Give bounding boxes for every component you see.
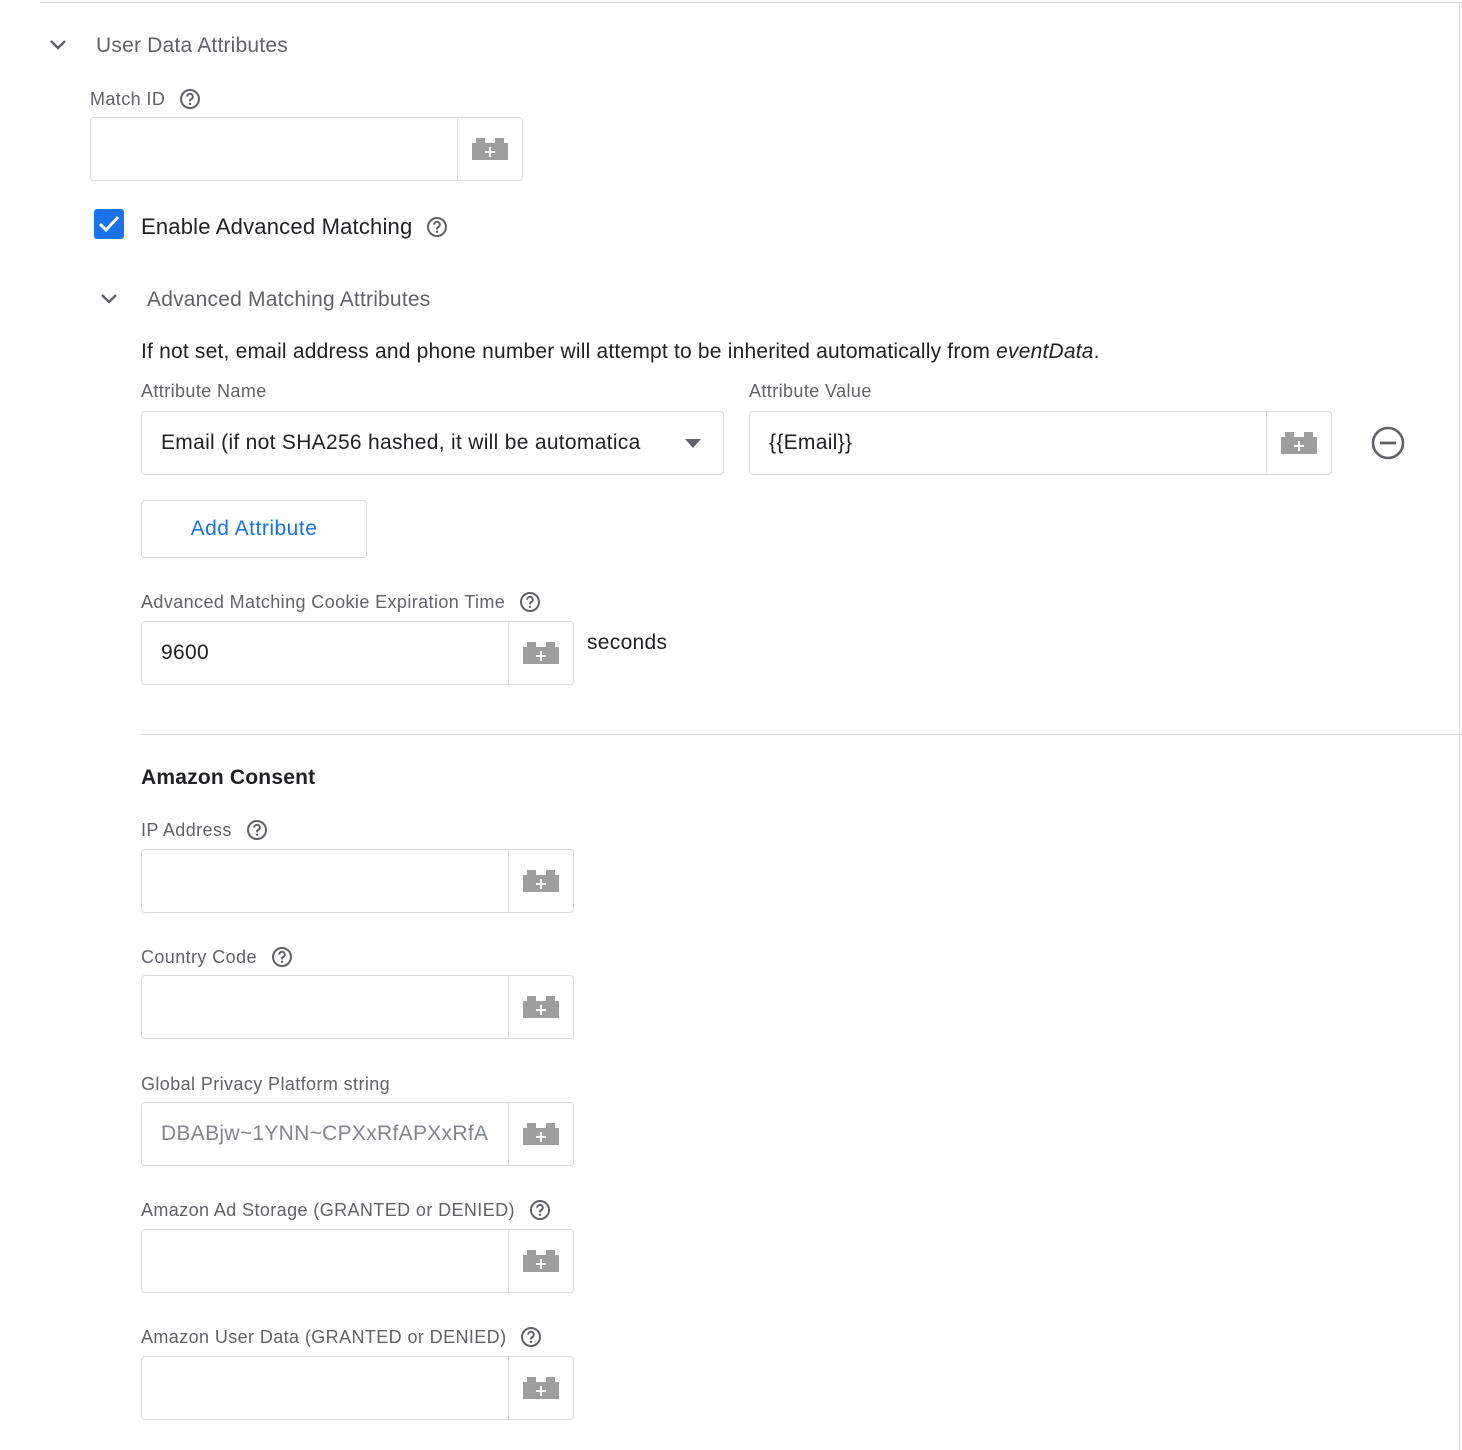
ad-storage-label-text: Amazon Ad Storage (GRANTED or DENIED) xyxy=(141,1199,515,1220)
ip-address-label: IP Address xyxy=(141,817,268,843)
enable-advanced-matching-label: Enable Advanced Matching xyxy=(141,213,448,241)
cookie-expiration-input[interactable] xyxy=(142,622,508,684)
remove-row-button[interactable] xyxy=(1370,425,1406,461)
user-data-section-title[interactable]: User Data Attributes xyxy=(96,34,288,58)
enable-advanced-matching-text[interactable]: Enable Advanced Matching xyxy=(141,214,412,240)
cookie-expiration-label: Advanced Matching Cookie Expiration Time xyxy=(141,589,541,615)
help-icon[interactable] xyxy=(246,819,268,841)
advanced-matching-section-title[interactable]: Advanced Matching Attributes xyxy=(147,288,430,312)
variable-brick-icon xyxy=(472,138,508,160)
attribute-value-field xyxy=(749,411,1332,475)
variable-brick-icon xyxy=(523,1377,559,1399)
caret-down-icon xyxy=(663,438,723,448)
variable-picker-button[interactable] xyxy=(508,1103,573,1165)
help-icon[interactable] xyxy=(529,1199,551,1221)
cookie-expiration-field xyxy=(141,621,574,685)
variable-brick-icon xyxy=(523,870,559,892)
ip-address-field xyxy=(141,849,574,913)
cookie-expiration-unit: seconds xyxy=(587,631,668,654)
attribute-name-label: Attribute Name xyxy=(141,378,267,404)
variable-brick-icon xyxy=(523,1250,559,1272)
attribute-name-label-text: Attribute Name xyxy=(141,380,267,401)
country-code-label: Country Code xyxy=(141,944,293,970)
top-divider xyxy=(40,2,1462,3)
help-icon[interactable] xyxy=(519,591,541,613)
variable-brick-icon xyxy=(523,642,559,664)
help-icon[interactable] xyxy=(520,1326,542,1348)
variable-picker-button[interactable] xyxy=(508,1357,573,1419)
country-code-field xyxy=(141,975,574,1039)
match-id-label-text: Match ID xyxy=(90,88,166,109)
user-data-consent-input[interactable] xyxy=(142,1357,508,1419)
description-suffix: . xyxy=(1093,340,1100,363)
enable-advanced-matching-checkbox[interactable] xyxy=(94,209,124,239)
ip-address-label-text: IP Address xyxy=(141,819,232,840)
description-emphasis: eventData xyxy=(996,340,1094,363)
country-code-input[interactable] xyxy=(142,976,508,1038)
help-icon[interactable] xyxy=(179,88,201,110)
cookie-expiration-label-text: Advanced Matching Cookie Expiration Time xyxy=(141,591,506,612)
check-icon xyxy=(98,215,120,233)
user-data-consent-label-text: Amazon User Data (GRANTED or DENIED) xyxy=(141,1326,507,1347)
attribute-value-label-text: Attribute Value xyxy=(749,380,872,401)
tag-config-page: User Data Attributes Match ID Enable Adv… xyxy=(0,0,1462,1450)
variable-picker-button[interactable] xyxy=(508,850,573,912)
attribute-value-label: Attribute Value xyxy=(749,378,872,404)
attribute-value-input[interactable] xyxy=(750,412,1266,474)
help-icon[interactable] xyxy=(426,216,448,238)
description-text: If not set, email address and phone numb… xyxy=(141,340,997,363)
gpp-string-label: Global Privacy Platform string xyxy=(141,1071,390,1097)
variable-picker-button[interactable] xyxy=(457,118,522,180)
remove-circle-icon xyxy=(1371,426,1405,460)
attribute-name-selected: Email (if not SHA256 hashed, it will be … xyxy=(161,431,641,454)
ad-storage-field xyxy=(141,1229,574,1293)
attribute-name-select[interactable]: Email (if not SHA256 hashed, it will be … xyxy=(141,411,724,475)
variable-brick-icon xyxy=(523,1123,559,1145)
advanced-matching-description: If not set, email address and phone numb… xyxy=(141,340,1100,364)
gpp-string-input[interactable] xyxy=(142,1103,508,1165)
variable-picker-button[interactable] xyxy=(508,976,573,1038)
match-id-field xyxy=(90,117,523,181)
gpp-string-label-text: Global Privacy Platform string xyxy=(141,1073,391,1094)
variable-picker-button[interactable] xyxy=(508,622,573,684)
add-attribute-button[interactable]: Add Attribute xyxy=(141,500,367,558)
variable-picker-button[interactable] xyxy=(508,1230,573,1292)
help-icon[interactable] xyxy=(271,946,293,968)
variable-picker-button[interactable] xyxy=(1266,412,1331,474)
user-data-chevron-down-icon[interactable] xyxy=(48,38,68,52)
variable-brick-icon xyxy=(1281,432,1317,454)
user-data-consent-field xyxy=(141,1356,574,1420)
country-code-label-text: Country Code xyxy=(141,946,257,967)
section-divider xyxy=(141,734,1462,735)
variable-brick-icon xyxy=(523,996,559,1018)
ad-storage-input[interactable] xyxy=(142,1230,508,1292)
amazon-consent-title: Amazon Consent xyxy=(141,766,316,789)
ip-address-input[interactable] xyxy=(142,850,508,912)
match-id-label: Match ID xyxy=(90,86,201,112)
right-divider xyxy=(1459,2,1460,1450)
gpp-string-field xyxy=(141,1102,574,1166)
match-id-input[interactable] xyxy=(91,118,457,180)
advanced-matching-chevron-down-icon[interactable] xyxy=(99,292,119,306)
user-data-consent-label: Amazon User Data (GRANTED or DENIED) xyxy=(141,1324,542,1350)
ad-storage-label: Amazon Ad Storage (GRANTED or DENIED) xyxy=(141,1197,551,1223)
